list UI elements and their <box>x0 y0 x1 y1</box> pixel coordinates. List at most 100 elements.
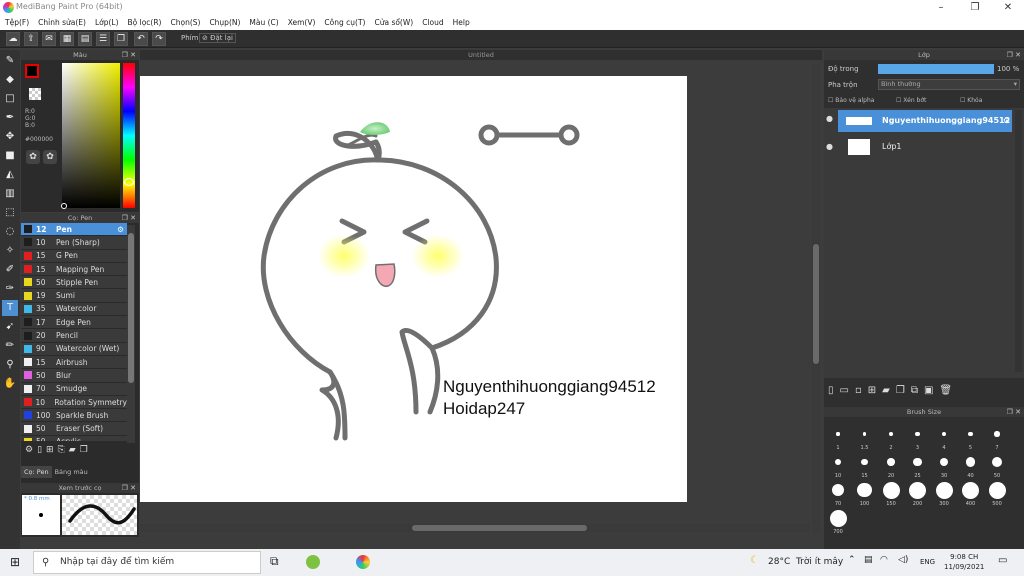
new-color-layer-icon[interactable]: ▭ <box>840 385 849 399</box>
network-icon[interactable]: ▤ <box>864 555 873 565</box>
duplicate-icon[interactable]: ❐ <box>80 445 88 461</box>
brush-size-option[interactable] <box>994 431 1000 437</box>
brush-size-option[interactable] <box>887 458 895 466</box>
transparent-swatch[interactable] <box>29 88 41 100</box>
brush-size-option[interactable] <box>988 481 1006 499</box>
menu-select[interactable]: Chọn(S) <box>170 16 200 30</box>
brush-list-item[interactable]: 70 Smudge <box>21 382 127 396</box>
hue-slider-handle[interactable] <box>124 178 134 186</box>
copy-brush-icon[interactable]: ⎘ <box>58 445 65 461</box>
brush-size-option[interactable] <box>909 481 926 499</box>
menu-view[interactable]: Xem(V) <box>288 16 316 30</box>
saturation-value-picker[interactable] <box>62 63 120 208</box>
menu-file[interactable]: Tệp(F) <box>5 16 29 30</box>
fill-rect-icon[interactable]: ■ <box>2 148 18 164</box>
delete-layer-icon[interactable]: 🗑 <box>939 385 952 399</box>
new-brush-icon[interactable]: ▯ <box>37 445 42 461</box>
duplicate-layer-icon[interactable]: ❐ <box>896 385 905 399</box>
hue-slider[interactable] <box>123 63 135 208</box>
layer-folder-icon[interactable]: ▰ <box>882 385 890 399</box>
brush-list-item[interactable]: 10 Pen (Sharp) <box>21 236 127 250</box>
wifi-icon[interactable]: ◠ <box>880 555 888 565</box>
menu-tools[interactable]: Công cụ(T) <box>324 16 365 30</box>
hand-tool-icon[interactable]: ✋ <box>2 376 18 392</box>
palette-add-icon[interactable]: ✿ <box>43 150 57 164</box>
brush-size-option[interactable] <box>962 481 979 499</box>
vertical-scrollbar-thumb[interactable] <box>813 244 819 364</box>
gradient-tool-icon[interactable]: ▥ <box>2 186 18 202</box>
horizontal-scrollbar[interactable] <box>140 524 810 532</box>
taskbar-search[interactable]: ⚲ Nhập tại đây để tìm kiếm <box>33 551 261 574</box>
brush-size-option[interactable] <box>915 431 920 437</box>
add-brush-icon[interactable]: ⊞ <box>46 445 54 461</box>
select-tool-icon[interactable]: ⬚ <box>2 205 18 221</box>
brush-list-item[interactable]: 100 Sparkle Brush <box>21 409 127 423</box>
menu-window[interactable]: Cửa sổ(W) <box>374 16 413 30</box>
protect-alpha-checkbox[interactable]: ☐ Bảo vệ alpha <box>828 97 874 104</box>
menu-filter[interactable]: Bộ lọc(R) <box>128 16 162 30</box>
brush-list-item[interactable]: 15 Airbrush <box>21 355 127 370</box>
opacity-slider[interactable] <box>878 64 994 74</box>
brush-list-item[interactable]: 50Acrylic <box>21 435 127 441</box>
tab-palette[interactable]: Bảng màu <box>52 466 91 478</box>
brush-list-item[interactable]: 50 Stipple Pen <box>21 276 127 290</box>
menu-edit[interactable]: Chỉnh sửa(E) <box>38 16 86 30</box>
brush-size-option[interactable] <box>935 481 953 499</box>
comment-icon[interactable]: ✉ <box>42 32 56 46</box>
brush-list-item[interactable]: 50 Eraser (Soft) <box>21 422 127 436</box>
move-tool-icon[interactable]: ✥ <box>2 129 18 145</box>
brush-list-item[interactable]: 17 Edge Pen <box>21 316 127 330</box>
brush-list-item[interactable]: 50 Blur <box>21 369 127 383</box>
divide-tool-icon[interactable]: ✏ <box>2 338 18 354</box>
color-picker-cursor[interactable] <box>61 203 67 209</box>
panel-buttons[interactable]: ❐ ✕ <box>122 50 136 60</box>
visibility-eye-icon[interactable]: ● <box>826 114 833 123</box>
select-eraser-icon[interactable]: ✑ <box>2 281 18 297</box>
lock-checkbox[interactable]: ☐ Khóa <box>960 97 982 104</box>
brush-list-item[interactable]: 35 Watercolor <box>21 302 127 317</box>
list-icon[interactable]: ☰ <box>96 32 110 46</box>
pen-tool-icon[interactable]: ✒ <box>2 110 18 126</box>
foreground-color-swatch[interactable] <box>25 64 39 78</box>
brush-list-item[interactable]: 20 Pencil <box>21 329 127 343</box>
language-indicator[interactable]: ENG <box>920 558 935 566</box>
redo-icon[interactable]: ↷ <box>152 32 166 46</box>
clock[interactable]: 9:08 CH 11/09/2021 <box>944 552 984 572</box>
layer-list-scrollbar[interactable] <box>1015 110 1022 372</box>
brush-size-option[interactable] <box>968 431 973 437</box>
brush-size-option[interactable] <box>831 483 845 497</box>
volume-icon[interactable]: ◁) <box>898 555 908 565</box>
share-icon[interactable]: ⇪ <box>24 32 38 46</box>
brush-list-item[interactable]: 15 G Pen <box>21 249 127 263</box>
notification-icon[interactable]: ▭ <box>998 555 1007 566</box>
cloud-icon[interactable]: ☁ <box>6 32 20 46</box>
panel-buttons[interactable]: ❐ ✕ <box>1007 50 1021 60</box>
document-tab[interactable]: Untitled <box>140 50 822 60</box>
panel-buttons[interactable]: ❐ ✕ <box>1007 407 1021 417</box>
scrollbar-thumb[interactable] <box>128 233 134 383</box>
chrome-taskbar-icon[interactable] <box>356 555 370 569</box>
brush-tool-icon[interactable]: ✎ <box>2 53 18 69</box>
gear-icon[interactable]: ⚙ <box>117 225 124 234</box>
minimize-button[interactable]: – <box>925 0 957 16</box>
brush-size-option[interactable] <box>991 456 1003 468</box>
brush-size-option[interactable] <box>941 431 947 437</box>
text-tool-icon[interactable]: T <box>2 300 18 316</box>
brush-size-option[interactable] <box>889 432 893 436</box>
brush-size-option[interactable] <box>835 459 841 465</box>
brush-size-option[interactable] <box>965 457 976 467</box>
blend-mode-select[interactable]: Bình thường ▾ <box>878 79 1020 90</box>
layer-row-text[interactable]: Nguyenthihuonggiang94512 ⚙ <box>838 110 1012 132</box>
menu-help[interactable]: Help <box>453 16 470 30</box>
menu-snap[interactable]: Chụp(N) <box>209 16 240 30</box>
visibility-eye-icon[interactable]: ● <box>826 142 833 151</box>
brush-size-option[interactable] <box>857 482 872 498</box>
horizontal-scrollbar-thumb[interactable] <box>412 525 587 531</box>
task-view-icon[interactable]: ⧉ <box>270 554 279 569</box>
drawing-canvas[interactable]: Nguyenthihuonggiang94512 Hoidap247 <box>140 76 687 502</box>
brush-size-option[interactable] <box>939 457 949 467</box>
menu-layer[interactable]: Lớp(L) <box>95 16 119 30</box>
layers-icon[interactable]: ❐ <box>114 32 128 46</box>
add-layer-icon[interactable]: ⊞ <box>868 385 876 399</box>
reset-button[interactable]: ⊘ Đặt lại <box>199 33 236 43</box>
